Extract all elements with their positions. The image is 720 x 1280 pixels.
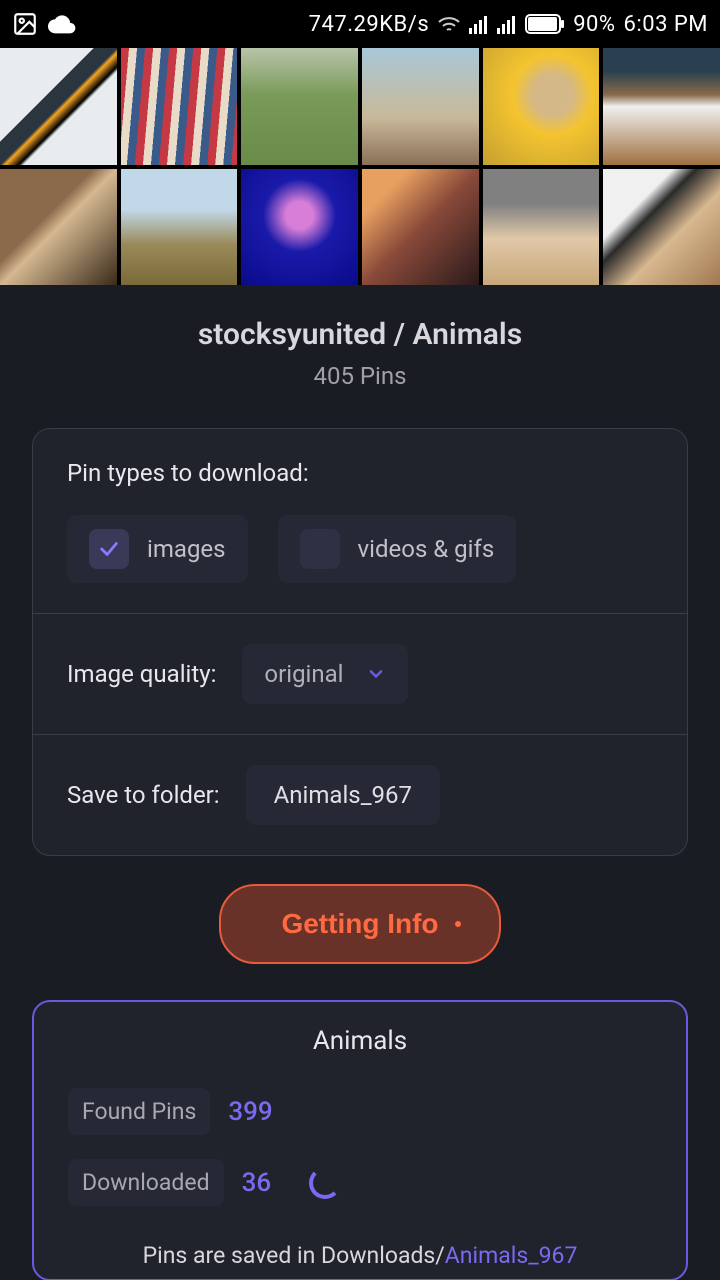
folder-input[interactable]: Animals_967	[246, 765, 440, 825]
thumbnail[interactable]	[603, 169, 720, 286]
progress-title: Animals	[68, 1026, 652, 1056]
downloaded-label: Downloaded	[68, 1159, 224, 1206]
folder-label: Save to folder:	[67, 781, 220, 809]
button-label: Getting Info	[281, 908, 438, 939]
pin-types-section: Pin types to download: images videos & g…	[33, 429, 687, 614]
battery-icon	[525, 14, 565, 34]
pin-types-label: Pin types to download:	[67, 459, 653, 487]
downloaded-value: 36	[242, 1168, 272, 1198]
thumbnail[interactable]	[0, 48, 117, 165]
thumbnail[interactable]	[362, 48, 479, 165]
option-videos-label: videos & gifs	[358, 535, 495, 563]
thumbnail[interactable]	[483, 48, 600, 165]
image-icon	[12, 11, 38, 37]
option-images-label: images	[147, 535, 226, 563]
quality-value: original	[264, 660, 343, 688]
check-icon	[98, 538, 120, 560]
loading-dot-icon	[455, 921, 461, 927]
pin-count: 405 Pins	[0, 362, 720, 390]
clock: 6:03 PM	[624, 12, 708, 37]
thumbnail-grid	[0, 48, 720, 285]
option-videos[interactable]: videos & gifs	[278, 515, 517, 583]
thumbnail[interactable]	[241, 48, 358, 165]
progress-panel: Animals Found Pins 399 Downloaded 36 Pin…	[32, 1000, 688, 1280]
thumbnail[interactable]	[362, 169, 479, 286]
found-pins-label: Found Pins	[68, 1088, 210, 1135]
cloud-icon	[48, 14, 76, 34]
thumbnail[interactable]	[603, 48, 720, 165]
downloaded-row: Downloaded 36	[68, 1159, 652, 1206]
thumbnail[interactable]	[0, 169, 117, 286]
quality-section: Image quality: original	[33, 614, 687, 735]
quality-select[interactable]: original	[242, 644, 407, 704]
net-speed: 747.29KB/s	[309, 12, 430, 37]
thumbnail[interactable]	[241, 169, 358, 286]
signal-icon-2	[497, 14, 517, 34]
thumbnail[interactable]	[483, 169, 600, 286]
board-title: stocksyunited / Animals	[0, 317, 720, 352]
save-path-prefix: Pins are saved in Downloads/	[143, 1242, 445, 1269]
status-bar: 747.29KB/s 90% 6:03 PM	[0, 0, 720, 48]
found-pins-row: Found Pins 399	[68, 1088, 652, 1135]
thumbnail[interactable]	[121, 48, 238, 165]
option-images[interactable]: images	[67, 515, 248, 583]
quality-label: Image quality:	[67, 660, 216, 688]
save-path: Pins are saved in Downloads/Animals_967	[68, 1242, 652, 1269]
board-header: stocksyunited / Animals 405 Pins	[0, 285, 720, 408]
settings-panel: Pin types to download: images videos & g…	[32, 428, 688, 856]
folder-section: Save to folder: Animals_967	[33, 735, 687, 855]
save-path-folder[interactable]: Animals_967	[445, 1242, 578, 1269]
signal-icon	[469, 14, 489, 34]
chevron-down-icon	[366, 664, 386, 684]
spinner-icon	[309, 1167, 341, 1199]
getting-info-button[interactable]: Getting Info	[219, 884, 500, 964]
checkbox-images[interactable]	[89, 529, 129, 569]
wifi-icon	[437, 14, 461, 34]
battery-pct: 90%	[573, 12, 615, 37]
found-pins-value: 399	[228, 1097, 272, 1127]
checkbox-videos[interactable]	[300, 529, 340, 569]
thumbnail[interactable]	[121, 169, 238, 286]
